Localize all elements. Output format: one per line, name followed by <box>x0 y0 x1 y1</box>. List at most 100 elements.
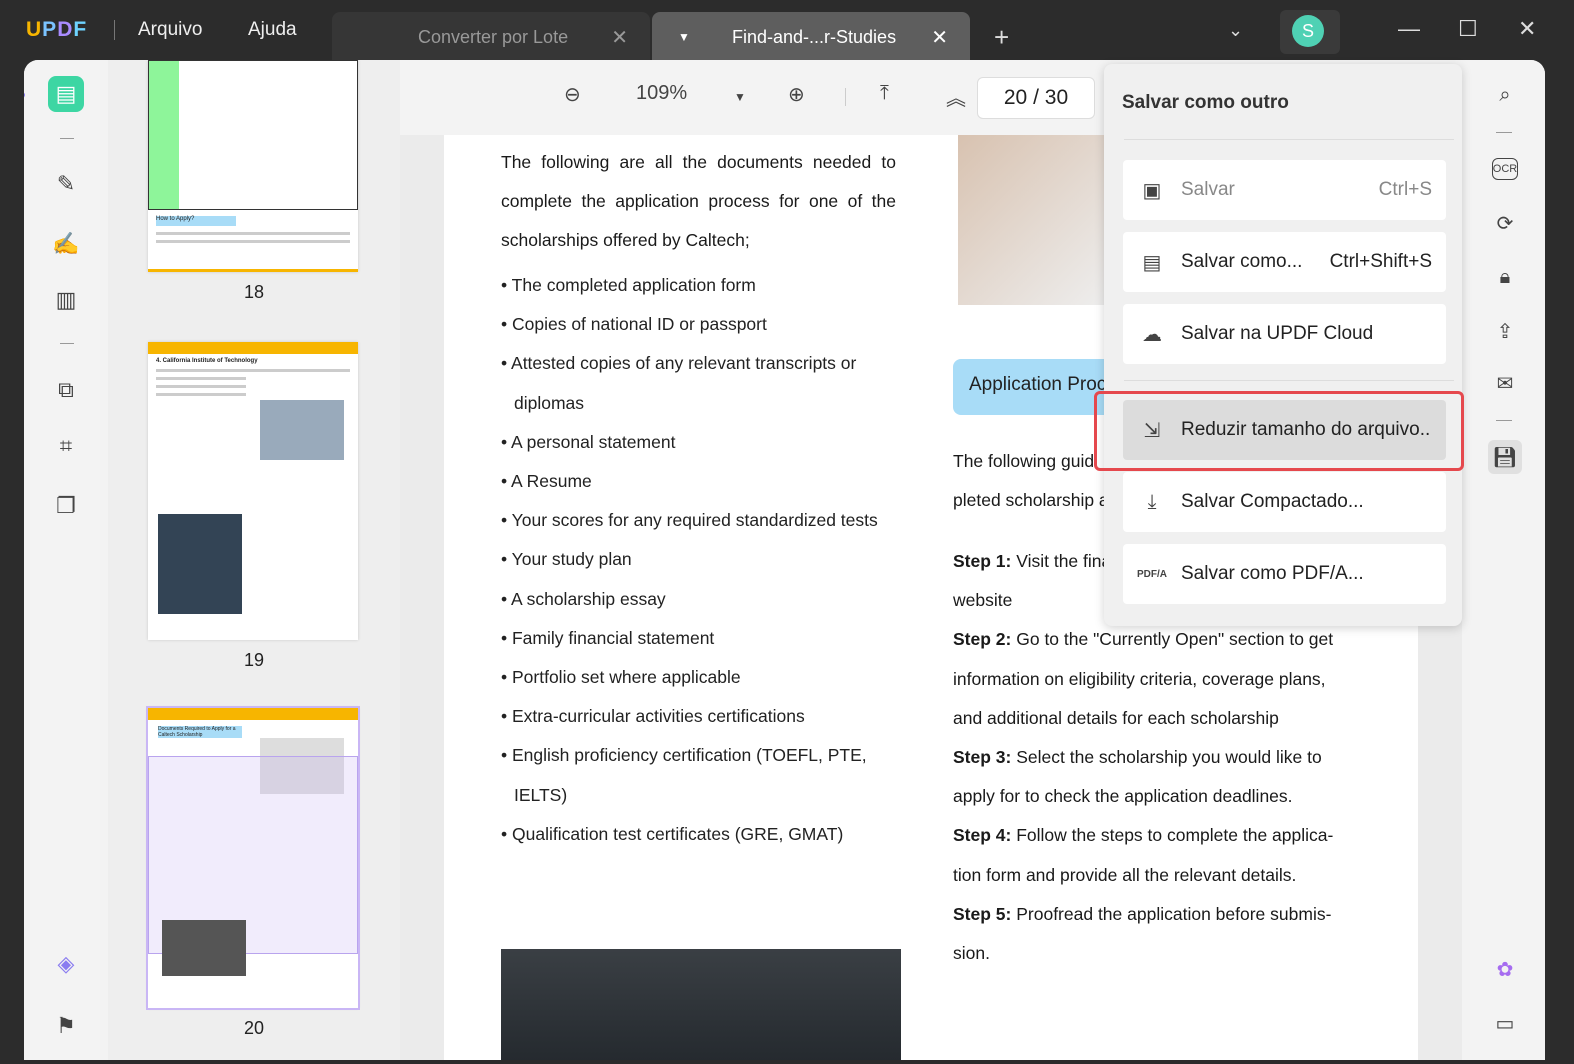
list-item: • Portfolio set where applicable <box>501 667 741 687</box>
list-item: • A scholarship essay <box>501 588 666 609</box>
list-item: • Your scores for any required standardi… <box>501 510 878 531</box>
list-item: • Your study plan <box>501 549 632 570</box>
page-number-input[interactable]: 20 / 30 <box>977 77 1095 119</box>
search-icon[interactable]: ⌕ <box>1488 78 1522 112</box>
divider <box>60 343 74 344</box>
step-text: apply for to check the application deadl… <box>953 786 1293 807</box>
zoom-in-icon[interactable]: ⊕ <box>788 82 805 107</box>
share-icon[interactable]: ⇪ <box>1488 314 1522 348</box>
close-window-icon[interactable]: ✕ <box>1518 16 1536 42</box>
menu-ajuda[interactable]: Ajuda <box>248 19 297 41</box>
new-tab-icon[interactable]: + <box>994 22 1009 53</box>
list-item: • Family financial statement <box>501 627 715 648</box>
menu-arquivo[interactable]: Arquivo <box>138 19 202 41</box>
save-as-other-menu: Salvar como outro ▣ Salvar Ctrl+S ▤ Salvar … <box>1104 64 1462 626</box>
step-line: tion form and provide all the relevant d… <box>953 865 1296 886</box>
highlighter-icon[interactable]: ✎ <box>46 164 86 204</box>
step-text: Follow the steps to complete the applica… <box>1016 825 1334 846</box>
list-item: • Qualification test certificates (GRE, … <box>501 823 844 844</box>
ai-assistant-icon[interactable]: ✿ <box>1488 952 1522 986</box>
list-item: • Extra-curricular activities certificat… <box>501 706 805 727</box>
comment-icon[interactable]: ▭ <box>1488 1006 1522 1040</box>
hand-writing-photo <box>958 135 1108 305</box>
email-icon[interactable]: ✉ <box>1488 366 1522 400</box>
divider <box>114 20 115 40</box>
menu-item-salvar-compactado[interactable]: ⤓ Salvar Compactado... <box>1123 472 1446 532</box>
layers-icon[interactable]: ◈ <box>46 944 86 984</box>
list-item: IELTS) <box>514 784 568 805</box>
step-line: information on eligibility criteria, cov… <box>953 669 1326 690</box>
menu-title: Salvar como outro <box>1122 92 1289 113</box>
convert-icon[interactable]: ⟳ <box>1488 206 1522 240</box>
ocr-icon[interactable]: OCR <box>1492 158 1518 180</box>
previous-page-icon[interactable]: ︽ <box>946 82 966 111</box>
avatar[interactable]: S <box>1292 15 1324 47</box>
thumbnail-page-19[interactable]: 4. California Institute of Technology <box>148 342 358 640</box>
first-page-icon[interactable]: ⤒ <box>880 82 889 105</box>
menu-item-salvar-cloud[interactable]: ☁ Salvar na UPDF Cloud <box>1123 304 1446 364</box>
step-line: sion. <box>953 943 990 964</box>
maximize-icon[interactable]: ☐ <box>1458 16 1478 42</box>
indicator-dot <box>24 92 25 98</box>
guide-line: The following guid <box>953 451 1095 471</box>
list-item: • English proficiency certification (TOE… <box>501 745 867 766</box>
stamp-icon[interactable]: ❐ <box>46 486 86 526</box>
highlight-annotation-box <box>1094 391 1464 471</box>
close-tab-icon[interactable]: ✕ <box>611 25 628 50</box>
reader-mode-icon[interactable]: ▤ <box>48 76 84 112</box>
thumbnail-page-20-selected[interactable]: Documents Required to Apply for a Caltec… <box>146 706 360 1010</box>
guide-line: pleted scholarship a <box>953 490 1109 510</box>
step-line: Step 4: Follow the steps to complete the… <box>953 825 1333 846</box>
thumb-heading: 4. California Institute of Technology <box>156 358 258 364</box>
crop-icon[interactable]: ⌗ <box>46 426 86 466</box>
protect-icon[interactable]: 🔒︎ <box>1488 260 1522 294</box>
step-text: and additional details for each scholars… <box>953 707 1279 728</box>
thumbnail-page-18[interactable]: How to Apply? <box>148 60 358 272</box>
step-label: Step 5: <box>953 903 1012 924</box>
step-line: apply for to check the application deadl… <box>953 786 1293 807</box>
thumb-heading: Documents Required to Apply for a Caltec… <box>158 726 242 738</box>
tab-document[interactable]: ▼ Find-and-...r-Studies ✕ <box>652 12 970 62</box>
menu-item-salvar-como[interactable]: ▤ Salvar como... Ctrl+Shift+S <box>1123 232 1446 292</box>
tab-label: Converter por Lote <box>418 26 569 47</box>
step-text: Select the scholarship you would like to <box>1016 747 1322 767</box>
step-line: Step 5: Proofread the application before… <box>953 904 1331 925</box>
list-item: • A personal statement <box>501 431 676 452</box>
step-line: Step 1: Visit the fina <box>953 551 1111 572</box>
updf-logo: UPDF <box>26 18 88 41</box>
close-tab-icon[interactable]: ✕ <box>931 25 948 50</box>
zoom-dropdown-icon[interactable]: ▼ <box>734 90 746 104</box>
step-text: Visit the fina <box>1016 551 1112 571</box>
page-layout-icon[interactable]: ▥ <box>46 280 86 320</box>
download-tray-icon: ⤓ <box>1147 490 1157 513</box>
zoom-out-icon[interactable]: ⊖ <box>564 82 581 107</box>
divider <box>60 138 74 139</box>
chevron-down-icon[interactable]: ⌄ <box>1228 20 1243 41</box>
step-text: Proofread the application before submis- <box>1016 903 1332 924</box>
left-tool-rail: ▤ ✎ ✍ ▥ ⧉ ⌗ ❐ ◈ ⚑ <box>24 60 108 1060</box>
thumbnail-label: 19 <box>243 650 265 670</box>
cloud-upload-icon: ☁ <box>1142 323 1162 346</box>
right-tool-rail: ⌕ OCR ⟳ 🔒︎ ⇪ ✉ 💾︎ ✿ ▭ <box>1462 60 1545 1060</box>
tab-label: Find-and-...r-Studies <box>732 26 897 47</box>
menu-item-salvar-pdfa[interactable]: PDF/A Salvar como PDF/A... <box>1123 544 1446 604</box>
bookmark-icon[interactable]: ⚑ <box>46 1006 86 1046</box>
menu-item-salvar[interactable]: ▣ Salvar Ctrl+S <box>1123 160 1446 220</box>
step-text: tion form and provide all the relevant d… <box>953 864 1297 885</box>
step-line: Step 2: Go to the "Currently Open" secti… <box>953 629 1333 650</box>
step-text: Go to the "Currently Open" section to ge… <box>1016 629 1334 650</box>
zoom-level[interactable]: 109% <box>636 82 687 105</box>
save-as-icon: ▤ <box>1142 251 1162 274</box>
tab-converter-por-lote[interactable]: Converter por Lote ✕ <box>332 12 650 62</box>
step-line: website <box>953 590 1012 611</box>
step-text: sion. <box>953 943 990 963</box>
step-label: Step 4: <box>953 825 1012 846</box>
minimize-icon[interactable]: — <box>1398 16 1420 42</box>
student-photo <box>501 949 901 1060</box>
save-icon[interactable]: 💾︎ <box>1488 440 1522 474</box>
tab-dropdown-icon[interactable]: ▼ <box>678 30 690 44</box>
list-item: • Copies of national ID or passport <box>501 314 767 335</box>
pdfa-icon: PDF/A <box>1137 568 1167 580</box>
organize-pages-icon[interactable]: ⧉ <box>46 370 86 410</box>
edit-pdf-icon[interactable]: ✍ <box>46 224 86 264</box>
